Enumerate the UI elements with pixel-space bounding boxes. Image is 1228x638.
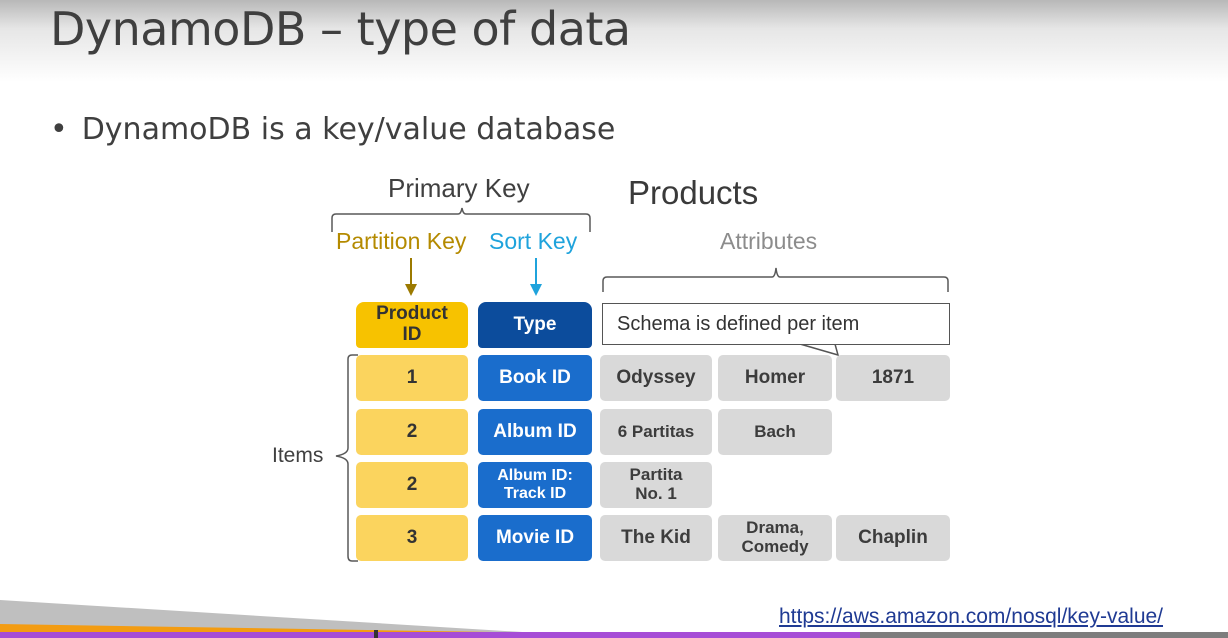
attributes-brace-icon (602, 267, 949, 292)
bullet-dot-icon: • (50, 112, 68, 147)
attribute-cell: 1871 (836, 355, 950, 401)
product-id-cell: 3 (356, 515, 468, 561)
product-id-cell: 2 (356, 409, 468, 455)
product-id-header: Product ID (356, 302, 468, 348)
primary-key-label: Primary Key (388, 173, 530, 203)
attribute-cell: The Kid (600, 515, 712, 561)
attributes-label: Attributes (720, 228, 818, 254)
attribute-cell: Drama, Comedy (718, 515, 832, 561)
type-cell: Book ID (478, 355, 592, 401)
attribute-cell: Homer (718, 355, 832, 401)
source-link[interactable]: https://aws.amazon.com/nosql/key-value/ (779, 605, 1163, 629)
slide-title: DynamoDB – type of data (50, 2, 631, 56)
partition-key-label: Partition Key (336, 228, 467, 254)
attribute-cell: 6 Partitas (600, 409, 712, 455)
schema-callout-pointer-icon (799, 343, 840, 357)
table-name: Products (628, 174, 759, 211)
attribute-cell: Partita No. 1 (600, 462, 712, 508)
attribute-cell: Chaplin (836, 515, 950, 561)
type-cell: Movie ID (478, 515, 592, 561)
bullet-point: • DynamoDB is a key/value database (50, 112, 615, 147)
type-cell: Album ID: Track ID (478, 462, 592, 508)
product-id-cell: 1 (356, 355, 468, 401)
sort-key-label: Sort Key (489, 228, 578, 254)
type-cell: Album ID (478, 409, 592, 455)
product-id-cell: 2 (356, 462, 468, 508)
items-label: Items (272, 444, 324, 467)
bullet-text: DynamoDB is a key/value database (81, 112, 616, 147)
items-brace-icon (335, 354, 358, 562)
attribute-cell: Odyssey (600, 355, 712, 401)
schema-callout: Schema is defined per item (602, 303, 950, 345)
type-header: Type (478, 302, 592, 348)
attribute-cell: Bach (718, 409, 832, 455)
